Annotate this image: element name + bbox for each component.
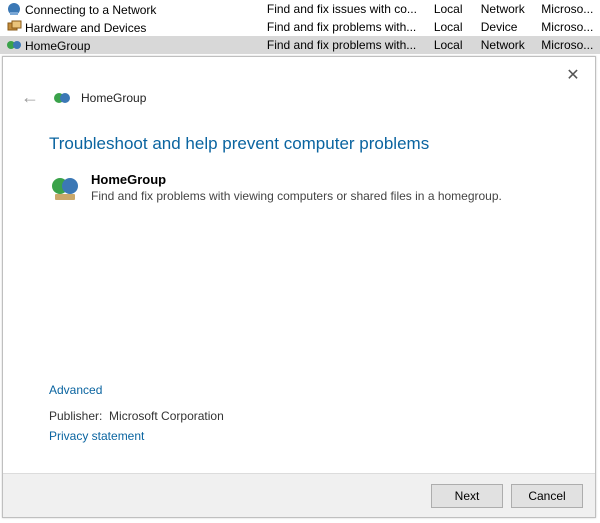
row-desc: Find and fix problems with... (261, 18, 428, 36)
row-name: Connecting to a Network (25, 3, 156, 17)
row-loc: Local (428, 0, 475, 18)
publisher-value: Microsoft Corporation (109, 409, 224, 423)
row-name: Hardware and Devices (25, 21, 146, 35)
cancel-button[interactable]: Cancel (511, 484, 583, 508)
publisher-line: Publisher: Microsoft Corporation (49, 409, 224, 423)
close-icon: ✕ (566, 65, 579, 85)
row-pub: Microso... (535, 36, 600, 54)
table-row[interactable]: HomeGroup Find and fix problems with... … (0, 36, 600, 54)
network-icon (6, 1, 22, 17)
back-button[interactable]: ← (21, 87, 43, 108)
troubleshooter-wizard: ✕ ← HomeGroup Troubleshoot and help prev… (2, 56, 596, 518)
homegroup-icon (6, 37, 22, 53)
row-pub: Microso... (535, 0, 600, 18)
page-title: Troubleshoot and help prevent computer p… (49, 134, 549, 154)
devices-icon (6, 19, 22, 35)
close-button[interactable]: ✕ (561, 63, 585, 87)
troubleshooter-item: HomeGroup Find and fix problems with vie… (49, 172, 549, 204)
row-pub: Microso... (535, 18, 600, 36)
wizard-header: ← HomeGroup (3, 57, 595, 120)
row-desc: Find and fix issues with co... (261, 0, 428, 18)
table-row[interactable]: Connecting to a Network Find and fix iss… (0, 0, 600, 18)
item-title: HomeGroup (91, 172, 502, 187)
troubleshooter-list: Connecting to a Network Find and fix iss… (0, 0, 600, 54)
row-loc: Local (428, 36, 475, 54)
arrow-left-icon: ← (21, 87, 39, 107)
row-cat: Device (475, 18, 536, 36)
breadcrumb: HomeGroup (81, 91, 146, 105)
row-loc: Local (428, 18, 475, 36)
privacy-link[interactable]: Privacy statement (49, 429, 144, 443)
homegroup-icon (53, 89, 71, 107)
item-description: Find and fix problems with viewing compu… (91, 189, 502, 203)
table-row[interactable]: Hardware and Devices Find and fix proble… (0, 18, 600, 36)
publisher-label: Publisher: (49, 409, 102, 423)
row-cat: Network (475, 36, 536, 54)
row-cat: Network (475, 0, 536, 18)
advanced-link[interactable]: Advanced (49, 383, 102, 397)
row-desc: Find and fix problems with... (261, 36, 428, 54)
button-bar: Next Cancel (3, 473, 595, 517)
homegroup-large-icon (49, 172, 81, 204)
row-name: HomeGroup (25, 39, 90, 53)
next-button[interactable]: Next (431, 484, 503, 508)
